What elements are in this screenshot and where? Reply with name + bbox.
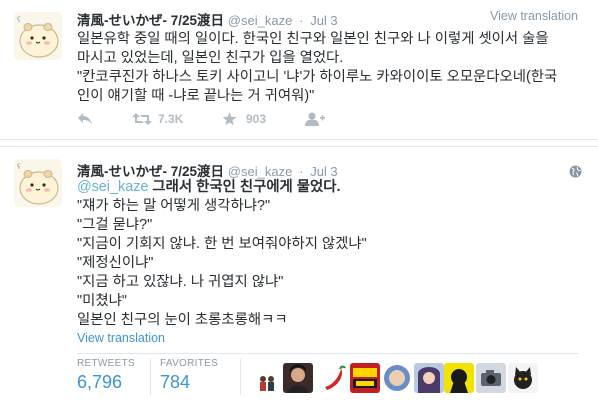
favorite-count: 903 <box>246 112 267 126</box>
retweet-count: 7.3K <box>158 112 184 126</box>
timestamp[interactable]: Jul 3 <box>310 13 337 28</box>
avatar[interactable]: ʕ <box>14 12 62 60</box>
retweets-label: RETWEETS <box>77 358 135 369</box>
tweet-text-line: "지금 하고 있잖냐. 나 귀엽지 않냐" <box>77 274 284 290</box>
favoriter-avatar[interactable] <box>476 363 506 393</box>
favoriter-avatar[interactable] <box>283 363 313 393</box>
display-name[interactable]: 清風-せいかぜ- 7/25渡日 <box>77 164 224 179</box>
retweet-button[interactable]: 7.3K <box>132 112 183 126</box>
mention-link[interactable]: @sei_kaze <box>77 179 148 195</box>
cat-avatar-icon <box>508 363 538 393</box>
svg-text:ʕ: ʕ <box>17 16 21 24</box>
chili-pepper-avatar-icon <box>319 363 349 393</box>
favoriter-avatar[interactable] <box>414 363 444 393</box>
favoriter-avatar[interactable] <box>382 363 412 393</box>
retweets-value: 6,796 <box>77 372 123 392</box>
star-icon <box>222 112 237 126</box>
tweet-text: 일본유학 중일 때의 일이다. 한국인 친구와 일본인 친구와 나 이렇게 셋이… <box>77 30 578 106</box>
globe-icon[interactable] <box>569 165 582 178</box>
favoriter-avatar[interactable] <box>257 373 277 393</box>
follow-button[interactable] <box>305 112 325 126</box>
reply-icon <box>78 113 92 125</box>
character-avatar-icon <box>444 363 474 393</box>
stat-divider <box>150 359 151 395</box>
tweet-header: 清風-せいかぜ- 7/25渡日 @sei_kaze · Jul 3 <box>77 160 338 180</box>
tweet-text-line: 마시고 있었는데, 일본인 친구가 입을 열었다. <box>77 50 344 66</box>
people-avatar-icon <box>257 373 277 393</box>
tweet-text-bold: 그래서 한국인 친구에게 물었다. <box>148 179 341 195</box>
tweet-text-line: "미쳤냐" <box>77 293 127 309</box>
tweet-text-line: "칸코쿠진가 하나스 토키 사이고니 '냐'가 하이루노 카와이이토 오모운다오… <box>77 69 558 85</box>
user-handle[interactable]: @sei_kaze <box>228 164 293 179</box>
favorites-value: 784 <box>160 372 191 392</box>
favorites-label: FAVORITES <box>160 358 219 369</box>
tweet-text: @sei_kaze 그래서 한국인 친구에게 물었다. "쟤가 하는 말 어떻게… <box>77 178 578 330</box>
tweet-text-line: "지금이 기회지 않냐. 한 번 보여줘야하지 않겠냐" <box>77 236 367 252</box>
tweet-text-line: "제정신이냐" <box>77 255 154 271</box>
separator-dot: · <box>299 13 304 28</box>
view-translation-link[interactable]: View translation <box>490 9 578 23</box>
tweet-text-line: @sei_kaze 그래서 한국인 친구에게 물었다. <box>77 178 578 197</box>
tweet-text-line: 인이 얘기할 때 -냐로 끝나는 거 귀여워)" <box>77 88 315 104</box>
favorites-stat[interactable]: FAVORITES 784 <box>160 358 218 393</box>
favoriter-avatar[interactable] <box>444 363 474 393</box>
hamster-avatar-icon: ʕ <box>14 12 62 60</box>
tweet-text-line: "쟤가 하는 말 어떻게 생각하냐?" <box>77 198 271 214</box>
tweet-text-line: "그걸 묻냐?" <box>77 217 153 233</box>
separator-dot: · <box>299 164 304 179</box>
favoriter-avatar[interactable] <box>508 363 538 393</box>
tweet-1[interactable]: ʕ 清風-せいかぜ- 7/25渡日 @sei_kaze · Jul 3 View… <box>0 0 598 140</box>
anime-avatar-icon <box>414 363 444 393</box>
svg-text:ʕ: ʕ <box>17 163 21 171</box>
tweet-actions: 7.3K 903 <box>77 112 377 132</box>
hamster-avatar-icon: ʕ <box>14 159 62 207</box>
portrait-avatar-icon <box>283 363 313 393</box>
reply-button[interactable] <box>77 112 93 126</box>
comic-badge-avatar-icon <box>350 363 380 393</box>
favoriter-avatar[interactable] <box>350 363 380 393</box>
tweet-text-line: 일본유학 중일 때의 일이다. 한국인 친구와 일본인 친구와 나 이렇게 셋이… <box>77 31 549 47</box>
stats-divider <box>77 353 578 354</box>
round-portrait-avatar-icon <box>382 363 412 393</box>
camera-avatar-icon <box>476 363 506 393</box>
retweet-icon <box>132 113 152 125</box>
tweet-header: 清風-せいかぜ- 7/25渡日 @sei_kaze · Jul 3 <box>77 9 338 29</box>
favorite-button[interactable]: 903 <box>222 112 266 126</box>
retweets-stat[interactable]: RETWEETS 6,796 <box>77 358 135 393</box>
tweet-2[interactable]: ʕ 清風-せいかぜ- 7/25渡日 @sei_kaze · Jul 3 @sei… <box>0 146 598 412</box>
view-translation-link[interactable]: View translation <box>77 331 165 345</box>
favoriter-avatar[interactable] <box>319 363 349 393</box>
user-handle[interactable]: @sei_kaze <box>228 13 293 28</box>
timestamp[interactable]: Jul 3 <box>310 164 337 179</box>
stat-divider <box>240 359 241 395</box>
display-name[interactable]: 清風-せいかぜ- 7/25渡日 <box>77 13 224 28</box>
avatar[interactable]: ʕ <box>14 159 62 207</box>
tweet-text-line: 일본인 친구의 눈이 초롱초롱해ㅋㅋ <box>77 312 288 328</box>
follow-icon <box>305 112 325 126</box>
